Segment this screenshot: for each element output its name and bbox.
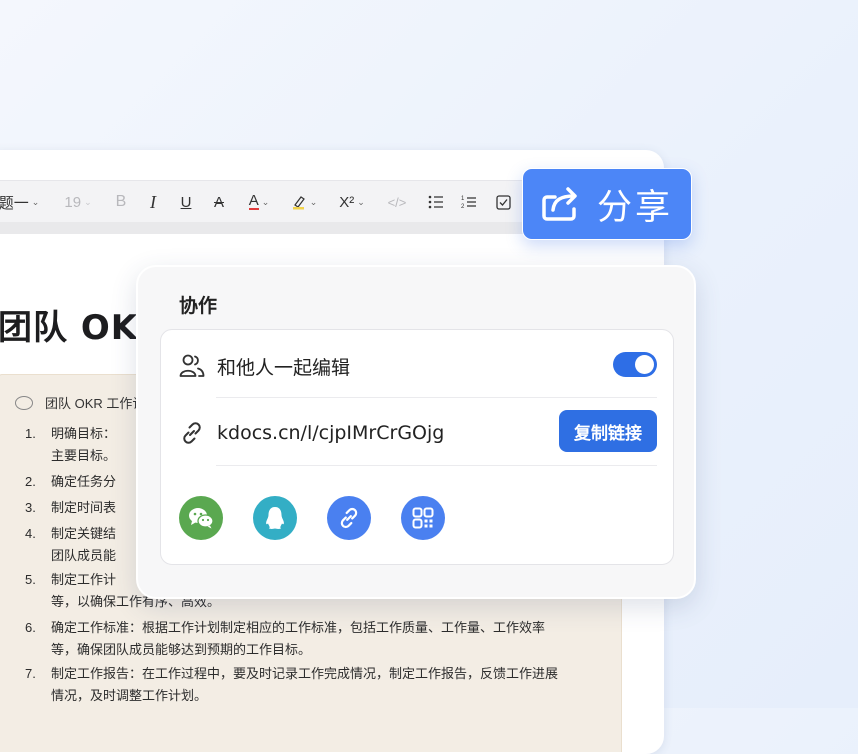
list-item-number: 2. [25,474,36,489]
heading-dropdown[interactable]: 题一 ⌄ [0,181,44,223]
list-item-text: 制定时间表 [51,500,117,515]
chevron-down-icon: ⌄ [261,196,270,207]
font-color-icon: A [248,192,259,210]
comment-line: 团队 OKR 工作计 [15,393,145,412]
numbered-list-icon: 1 2 [461,196,476,210]
highlighter-icon [292,196,305,210]
bold-button[interactable]: B [110,181,132,223]
font-color-button[interactable]: A ⌄ [241,181,277,223]
checklist-button[interactable] [491,181,515,223]
copy-link-button[interactable]: 复制链接 [559,410,657,452]
list-item-continuation: 情况，及时调整工作计划。 [51,688,208,703]
bullet-list-icon [428,195,443,209]
collab-edit-label: 和他人一起编辑 [217,356,351,379]
list-item-continuation: 团队成员能 [51,548,117,563]
collab-edit-toggle[interactable] [613,352,657,377]
list-item-continuation: 等，确保团队成员能够达到预期的工作目标。 [51,642,312,657]
list-item-number: 7. [25,666,36,681]
list-item-number: 6. [25,620,36,635]
collaboration-panel: 协作 和他人一起编辑 kdocs.cn/l/cjpIMrCrGOjg 复制链接 [136,265,696,599]
superscript-button[interactable]: X² ⌄ [332,181,372,223]
list-item: 4. 制定关键结 团队成员能 [25,523,116,567]
link-icon [340,507,358,529]
superscript-icon: X² [339,193,355,211]
list-item: 2. 确定任务分 [25,471,116,493]
list-item-text: 确定任务分 [51,474,117,489]
underline-button[interactable]: U [175,181,197,223]
collab-edit-row: 和他人一起编辑 [179,348,657,384]
panel-title: 协作 [179,295,218,317]
strikethrough-icon: A [213,193,224,211]
link-row: kdocs.cn/l/cjpIMrCrGOjg 复制链接 [179,408,657,458]
divider [216,465,657,466]
copy-link-share-button[interactable] [327,496,371,540]
strikethrough-button[interactable]: A [208,181,230,223]
qrcode-icon [412,507,434,529]
list-item-text: 制定关键结 [51,526,117,541]
list-item-number: 3. [25,500,36,515]
share-icon [542,187,577,221]
code-icon: </> [387,194,407,210]
font-size-value: 19 [64,193,82,211]
chevron-down-icon: ⌄ [84,196,92,207]
chevron-down-icon: ⌄ [309,196,318,207]
chevron-down-icon: ⌄ [357,196,365,207]
code-button[interactable]: </> [384,181,410,223]
share-link-text[interactable]: kdocs.cn/l/cjpIMrCrGOjg [217,422,444,444]
toggle-knob [635,355,654,374]
underline-icon: U [180,193,192,211]
italic-icon: I [150,191,156,212]
wechat-share-button[interactable] [179,496,223,540]
list-item-text: 制定工作报告：在工作过程中，要及时记录工作完成情况，制定工作报告，反馈工作进展 [51,666,559,681]
list-item-text: 明确目标： [51,426,117,441]
list-item-continuation: 主要目标。 [51,448,117,463]
italic-button[interactable]: I [142,181,164,223]
comment-text: 团队 OKR 工作计 [45,396,146,411]
divider [216,397,657,398]
list-item-number: 1. [25,426,36,441]
share-button-label: 分享 [596,187,673,228]
svg-text:2: 2 [461,204,465,210]
bold-icon: B [115,193,127,210]
share-button[interactable]: 分享 [522,168,692,240]
link-icon [183,422,201,444]
list-item: 3. 制定时间表 [25,497,116,519]
comment-icon [15,395,33,410]
list-item: 7. 制定工作报告：在工作过程中，要及时记录工作完成情况，制定工作报告，反馈工作进… [25,663,558,707]
list-item-text: 制定工作计 [51,572,117,587]
collaboration-card: 和他人一起编辑 kdocs.cn/l/cjpIMrCrGOjg 复制链接 [160,329,674,565]
qq-share-button[interactable] [253,496,297,540]
users-icon [179,354,205,377]
heading-dropdown-label: 题一 [0,194,29,212]
share-targets [179,496,475,540]
list-item-text: 确定工作标准：根据工作计划制定相应的工作标准，包括工作质量、工作量、工作效率 [51,620,546,635]
font-size-dropdown[interactable]: 19 ⌄ [58,181,98,223]
highlight-button[interactable]: ⌄ [286,181,322,223]
list-item-number: 4. [25,526,36,541]
list-item-number: 5. [25,572,36,587]
qq-icon [266,507,284,529]
list-item: 6. 确定工作标准：根据工作计划制定相应的工作标准，包括工作质量、工作量、工作效率… [25,617,545,661]
qrcode-share-button[interactable] [401,496,445,540]
list-item: 1. 明确目标： 主要目标。 [25,423,116,467]
wechat-icon [189,508,214,529]
numbered-list-button[interactable]: 1 2 [457,181,481,223]
svg-text:1: 1 [461,196,465,202]
chevron-down-icon: ⌄ [31,196,40,207]
bullet-list-button[interactable] [424,181,448,223]
checkbox-icon [495,194,511,210]
